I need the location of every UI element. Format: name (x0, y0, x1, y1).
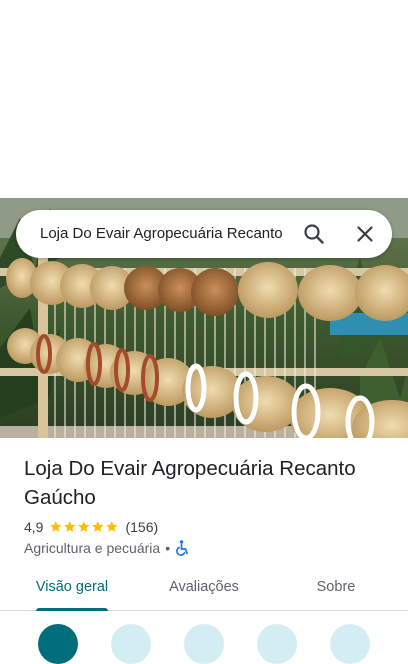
category-row: Agricultura e pecuária • (24, 538, 189, 558)
active-tab-indicator (36, 608, 108, 611)
action-button-directions[interactable] (38, 624, 78, 664)
star-icon (78, 521, 90, 533)
action-button-save[interactable] (257, 624, 297, 664)
action-button-start[interactable] (111, 624, 151, 664)
place-title: Loja Do Evair Agropecuária Recanto Gaúch… (24, 457, 356, 509)
action-button-share[interactable] (330, 624, 370, 664)
search-bar[interactable]: Loja Do Evair Agropecuária Recanto (16, 210, 392, 258)
place-category: Agricultura e pecuária (24, 540, 161, 556)
star-icon (64, 521, 76, 533)
search-icon[interactable] (302, 222, 326, 246)
star-icon (106, 521, 118, 533)
review-count[interactable]: (156) (125, 519, 158, 535)
action-button-call[interactable] (184, 624, 224, 664)
rating-row[interactable]: 4,9 (156) (24, 517, 158, 537)
wheelchair-icon (176, 540, 188, 556)
star-rating (49, 520, 119, 534)
rating-value: 4,9 (24, 519, 44, 535)
map-area-blank (0, 0, 408, 198)
star-icon (50, 521, 62, 533)
tab-overview[interactable]: Visão geral (25, 566, 119, 608)
tab-about[interactable]: Sobre (300, 566, 372, 608)
tab-reviews[interactable]: Avaliações (154, 566, 254, 608)
place-tabs: Visão geral Avaliações Sobre (0, 566, 408, 611)
search-input[interactable]: Loja Do Evair Agropecuária Recanto (40, 210, 290, 258)
close-icon[interactable] (353, 222, 377, 246)
separator-dot: • (165, 540, 171, 556)
star-icon (92, 521, 104, 533)
